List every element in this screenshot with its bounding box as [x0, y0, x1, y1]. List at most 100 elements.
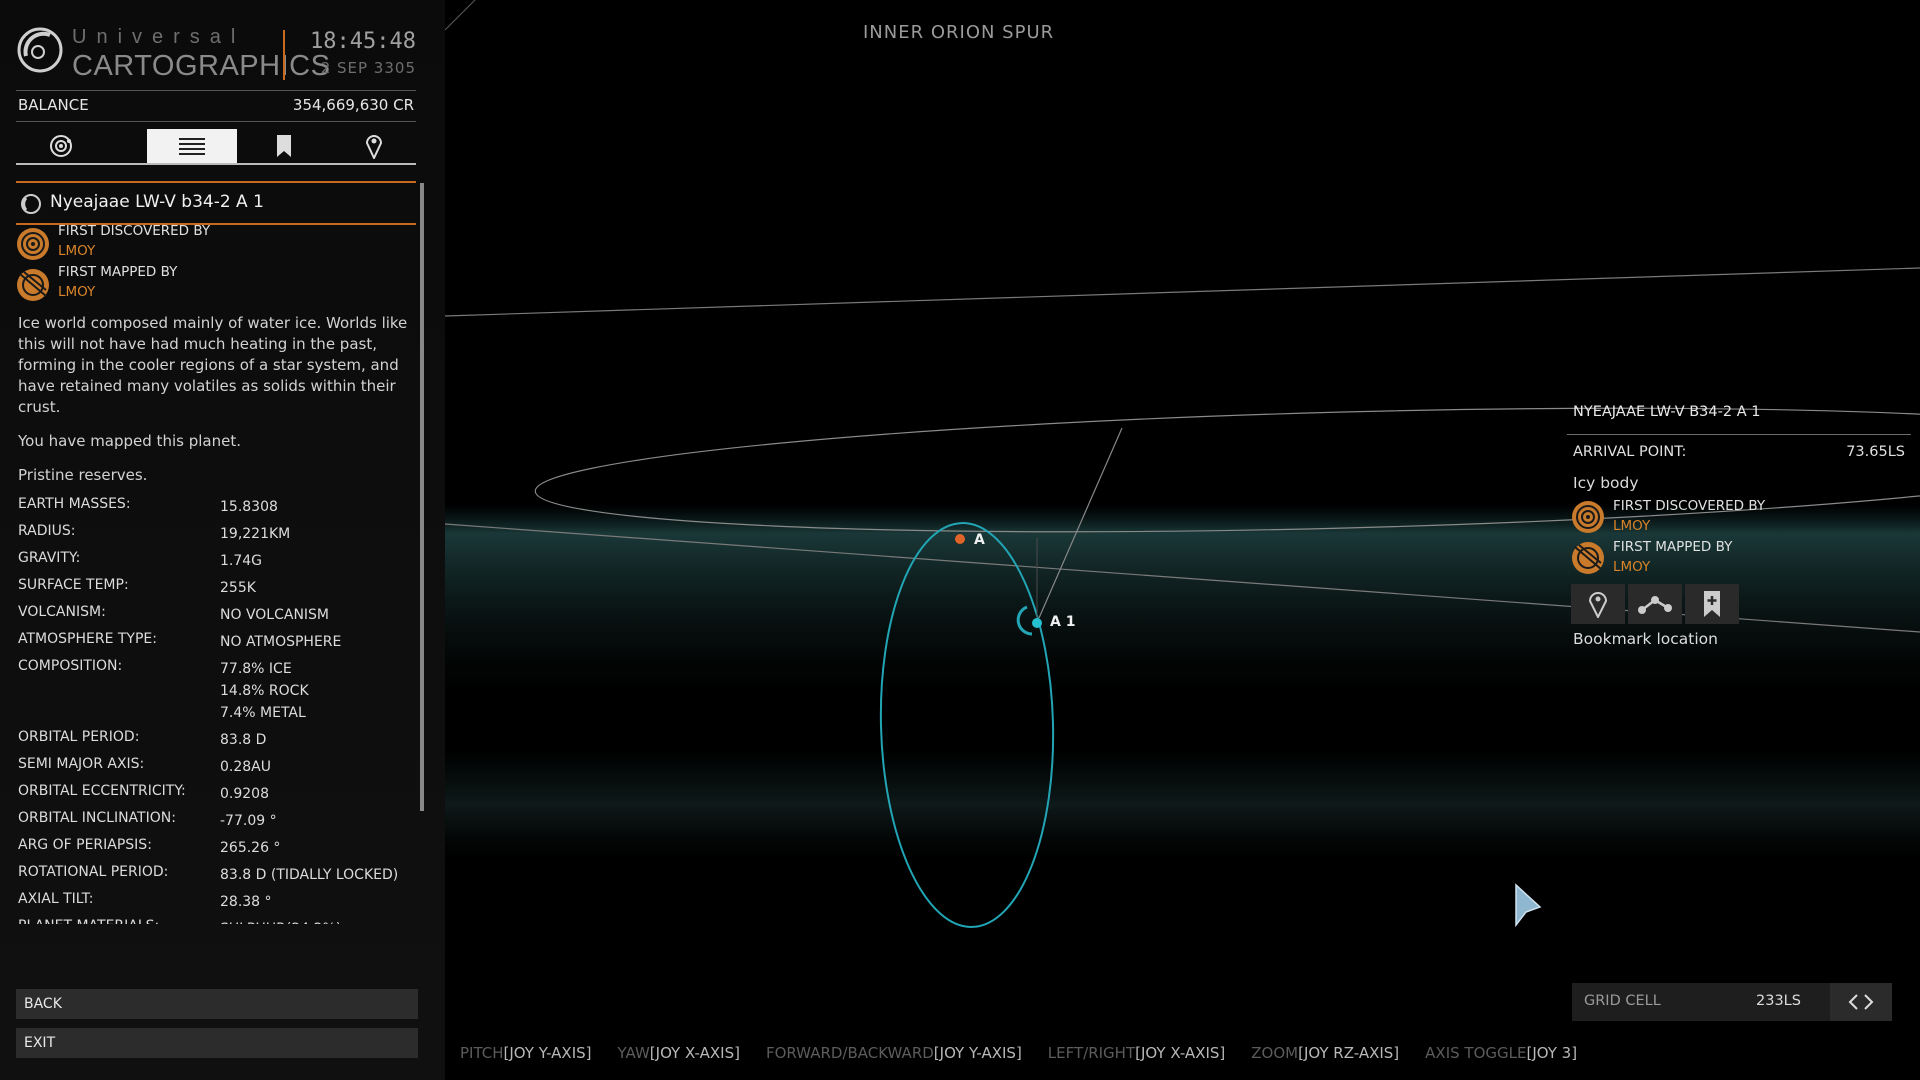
- stat-value: 19,221KM: [220, 526, 291, 542]
- control-key: [JOY Y-AXIS]: [503, 1044, 592, 1062]
- stat-label: ARG OF PERIAPSIS:: [18, 837, 152, 853]
- mapped-note: You have mapped this planet.: [18, 432, 241, 450]
- stat-label: GRAVITY:: [18, 550, 81, 566]
- info-card-title: NYEAJAAE LW-V B34-2 A 1: [1573, 404, 1761, 420]
- stat-label: ROTATIONAL PERIOD:: [18, 864, 169, 880]
- stat-label: RADIUS:: [18, 523, 76, 539]
- stat-value: 1.74G: [220, 553, 263, 569]
- diamond-arrows-icon: [1848, 994, 1874, 1010]
- stat-row: RADIUS: 19,221KM: [18, 521, 418, 548]
- stat-label: COMPOSITION:: [18, 658, 123, 674]
- star-a-label[interactable]: A: [974, 532, 985, 548]
- body-name: Nyeajaae LW-V b34-2 A 1: [50, 192, 264, 212]
- map-pin-icon: [365, 135, 383, 159]
- stat-value: NO VOLCANISM: [220, 607, 330, 623]
- exit-button[interactable]: EXIT: [16, 1028, 418, 1058]
- tab-bar: [16, 129, 416, 165]
- action-hint: Bookmark location: [1573, 630, 1718, 648]
- first-discovered-label: FIRST DISCOVERED BY: [58, 223, 211, 239]
- stat-value: 83.8 D (TIDALLY LOCKED): [220, 867, 399, 883]
- stat-row: ROTATIONAL PERIOD: 83.8 D (TIDALLY LOCKED…: [18, 862, 418, 889]
- discovery-scan-icon: [1572, 501, 1604, 533]
- discovery-scan-icon: [17, 228, 49, 260]
- control-hint: YAW[JOY X-AXIS]: [618, 1044, 740, 1062]
- stat-value: 265.26 °: [220, 840, 281, 856]
- brand-line1: Universal: [72, 26, 246, 48]
- stat-label: ATMOSPHERE TYPE:: [18, 631, 157, 647]
- control-key: [JOY X-AXIS]: [1135, 1044, 1226, 1062]
- info-card-rule: [1567, 434, 1911, 435]
- info-first-mapped: FIRST MAPPED BY LMOY: [1571, 539, 1871, 579]
- balance-row: BALANCE 354,669,630 CR: [16, 90, 416, 122]
- tab-bookmarks[interactable]: [239, 129, 329, 163]
- plot-route-button[interactable]: [1628, 584, 1682, 624]
- planet-icon: [21, 194, 41, 214]
- grid-cell-label: GRID CELL: [1584, 993, 1661, 1009]
- left-panel: Universal CARTOGRAPHICS 18:45:48 2 SEP 3…: [0, 0, 445, 1080]
- bookmark-add-button[interactable]: [1685, 584, 1739, 624]
- stat-value: 83.8 D: [220, 732, 267, 748]
- stat-row: SEMI MAJOR AXIS: 0.28AU: [18, 754, 418, 781]
- system-map-view[interactable]: INNER ORION SPUR A A 1 NYEAJAAE LW-V B34…: [445, 0, 1920, 1080]
- control-hint: ZOOM[JOY RZ-AXIS]: [1251, 1044, 1399, 1062]
- stat-row: SURFACE TEMP: 255K: [18, 575, 418, 602]
- stat-label: EARTH MASSES:: [18, 496, 131, 512]
- control-key: [JOY 3]: [1526, 1044, 1578, 1062]
- planet-a1-label[interactable]: A 1: [1050, 614, 1075, 630]
- first-discovered-by: LMOY: [58, 243, 96, 259]
- grid-cell-control[interactable]: GRID CELL 233LS: [1572, 983, 1892, 1021]
- control-key: [JOY Y-AXIS]: [933, 1044, 1022, 1062]
- stat-label: ORBITAL INCLINATION:: [18, 810, 176, 826]
- clock-date: 2 SEP 3305: [320, 59, 416, 77]
- stat-label: PLANET MATERIALS:: [18, 918, 159, 924]
- stat-row: COMPOSITION: 77.8% ICE 14.8% ROCK 7.4% ME…: [18, 656, 418, 727]
- stat-row: ORBITAL PERIOD: 83.8 D: [18, 727, 418, 754]
- scroll-fade: [0, 940, 440, 975]
- control-hint: FORWARD/BACKWARD[JOY Y-AXIS]: [766, 1044, 1022, 1062]
- planet-a1-marker[interactable]: [1032, 618, 1042, 628]
- stat-label: ORBITAL ECCENTRICITY:: [18, 783, 186, 799]
- stat-value: 28.38 °: [220, 894, 272, 910]
- stat-value: 0.9208: [220, 786, 269, 802]
- stat-row: ARG OF PERIAPSIS: 265.26 °: [18, 835, 418, 862]
- stat-row: VOLCANISM: NO VOLCANISM: [18, 602, 418, 629]
- info-first-discovered: FIRST DISCOVERED BY LMOY: [1571, 498, 1871, 538]
- stat-row: PLANET MATERIALS: SULPHUR(24.2%), CARBON(…: [18, 916, 418, 924]
- stat-value: NO ATMOSPHERE: [220, 634, 342, 650]
- region-title: INNER ORION SPUR: [863, 22, 1055, 43]
- grid-cell-value: 233LS: [1756, 993, 1801, 1009]
- stat-label: ORBITAL PERIOD:: [18, 729, 140, 745]
- map-pin-icon: [1588, 592, 1608, 618]
- back-button[interactable]: BACK: [16, 989, 418, 1019]
- body-header: Nyeajaae LW-V b34-2 A 1: [16, 181, 416, 225]
- stat-row: EARTH MASSES: 15.8308: [18, 494, 418, 521]
- grid-cell-toggle[interactable]: [1830, 983, 1892, 1021]
- stat-value: -77.09 °: [220, 813, 277, 829]
- corner-line: [445, 0, 476, 31]
- stat-value: 255K: [220, 580, 256, 596]
- mapping-probe-icon: [1572, 542, 1604, 574]
- brand-divider: [283, 30, 285, 80]
- tab-system-map[interactable]: [16, 129, 106, 163]
- orbit-line-outer: [445, 267, 1920, 317]
- stat-value: SULPHUR(24.2%), CARBON(20.4%), IRON(15.0…: [220, 918, 346, 924]
- route-icon: [1638, 596, 1672, 614]
- list-icon: [179, 138, 205, 155]
- control-hints: PITCH[JOY Y-AXIS] YAW[JOY X-AXIS] FORWARD/…: [460, 1044, 1603, 1064]
- mapping-probe-icon: [17, 269, 49, 301]
- tab-list[interactable]: [147, 129, 237, 163]
- stat-value: 77.8% ICE 14.8% ROCK 7.4% METAL: [220, 661, 309, 721]
- stat-row: AXIAL TILT: 28.38 °: [18, 889, 418, 916]
- tab-locations[interactable]: [329, 129, 419, 163]
- info-actions: [1571, 584, 1741, 624]
- plot-pin-button[interactable]: [1571, 584, 1625, 624]
- star-a-marker[interactable]: [955, 534, 965, 544]
- control-key: [JOY X-AXIS]: [649, 1044, 740, 1062]
- brand-line2: CARTOGRAPHICS: [72, 50, 331, 82]
- stat-value: 0.28AU: [220, 759, 271, 775]
- control-hint: AXIS TOGGLE[JOY 3]: [1425, 1044, 1577, 1062]
- stat-label: SURFACE TEMP:: [18, 577, 129, 593]
- body-stats: EARTH MASSES: 15.8308 RADIUS: 19,221KM GRAVI…: [18, 494, 418, 924]
- first-mapped-block: FIRST MAPPED BY LMOY: [16, 264, 416, 304]
- scrollbar[interactable]: [420, 183, 424, 811]
